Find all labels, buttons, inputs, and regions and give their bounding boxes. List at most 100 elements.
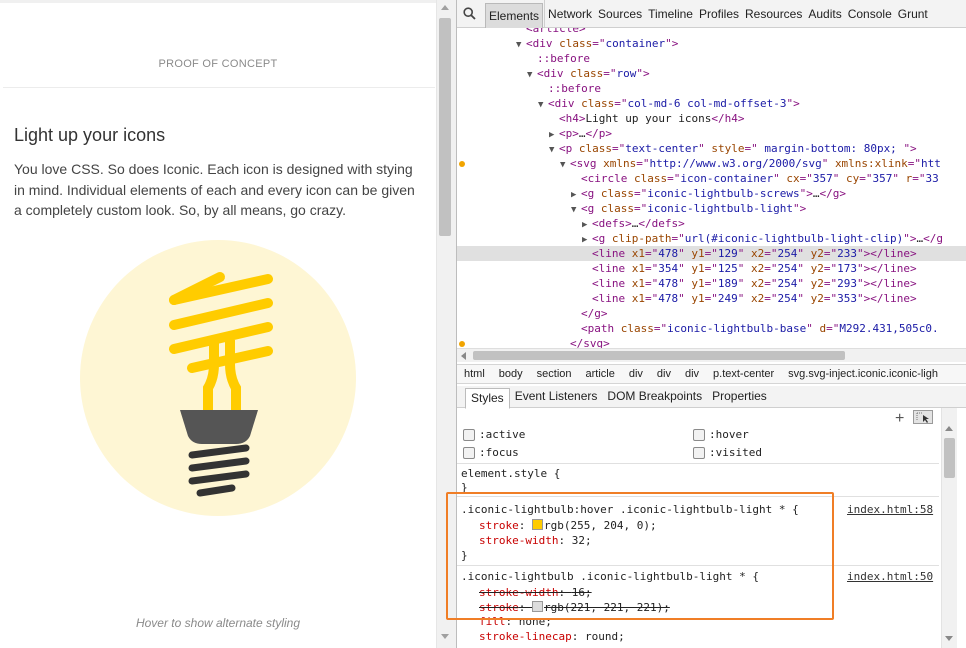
toggle-element-state-icon[interactable] xyxy=(913,410,933,424)
rule1-prop-stroke-width[interactable]: stroke-width: 32; xyxy=(479,533,592,548)
tab-properties[interactable]: Properties xyxy=(707,386,772,407)
tab-elements[interactable]: Elements xyxy=(485,3,544,28)
devtools-tabs: Elements Network Sources Timeline Profiles Re… xyxy=(485,0,931,28)
dom-node[interactable]: ▼ <div class="row"> xyxy=(457,66,966,81)
page-scroll-thumb[interactable] xyxy=(439,18,451,236)
state-checkbox-visited[interactable] xyxy=(693,447,705,459)
dom-node-markup: <defs>…</defs> xyxy=(592,217,685,230)
prop-name: stroke-width xyxy=(479,534,559,547)
dom-node-markup: <g class="iconic-lightbulb-screws">…</g> xyxy=(581,187,846,200)
prop-value: round; xyxy=(584,630,625,643)
breadcrumb-item[interactable]: body xyxy=(492,365,530,383)
rule2-prop-stroke-linecap[interactable]: stroke-linecap: round; xyxy=(479,629,625,644)
dom-node[interactable]: <line x1="478" y1="189" x2="254" y2="293… xyxy=(457,276,966,291)
breadcrumb-item[interactable]: div xyxy=(622,365,650,383)
dom-tree: <article> ▼ <div class="container">::befor… xyxy=(457,28,966,348)
styles-pane: + :active :hover :focus :visited element… xyxy=(457,408,966,648)
dom-node[interactable]: ▶ <g clip-path="url(#iconic-lightbulb-lig… xyxy=(457,231,966,246)
dom-node-markup: <div class="container"> xyxy=(526,37,679,50)
scroll-down-arrow-icon[interactable] xyxy=(441,634,449,639)
state-checkbox-hover[interactable] xyxy=(693,429,705,441)
styles-scroll-thumb[interactable] xyxy=(944,438,955,478)
breadcrumb-item[interactable]: article xyxy=(579,365,622,383)
tab-sources[interactable]: Sources xyxy=(595,0,645,28)
breadcrumb-item[interactable]: div xyxy=(650,365,678,383)
dom-node-markup: ::before xyxy=(548,82,601,95)
lightbulb-icon[interactable] xyxy=(80,240,356,516)
dom-node[interactable]: <h4>Light up your icons</h4> xyxy=(457,111,966,126)
breadcrumb-item[interactable]: html xyxy=(457,365,492,383)
breadcrumb-item[interactable]: p.text-center xyxy=(706,365,781,383)
scroll-down-arrow-icon[interactable] xyxy=(945,636,953,641)
dom-node[interactable]: <article> xyxy=(457,28,966,36)
dom-node-markup: </svg> xyxy=(570,337,610,348)
tab-network[interactable]: Network xyxy=(544,0,595,28)
page-scrollbar[interactable] xyxy=(436,0,456,648)
dom-node[interactable]: ▶ <p>…</p> xyxy=(457,126,966,141)
dom-node[interactable]: ::before xyxy=(457,81,966,96)
rule1-prop-stroke[interactable]: stroke: rgb(255, 204, 0); xyxy=(479,518,657,533)
color-swatch[interactable] xyxy=(532,519,543,530)
tab-styles[interactable]: Styles xyxy=(465,388,510,409)
scroll-up-arrow-icon[interactable] xyxy=(945,426,953,431)
dom-node-markup: <line x1="478" y1="189" x2="254" y2="293… xyxy=(592,277,917,290)
dom-node[interactable]: ▼ <p class="text-center" style=" margin-b… xyxy=(457,141,966,156)
dom-horizontal-scrollbar[interactable] xyxy=(457,348,966,362)
dom-node[interactable]: <line x1="478" y1="249" x2="254" y2="353… xyxy=(457,291,966,306)
dom-node[interactable]: ▼ <g class="iconic-lightbulb-light"> xyxy=(457,201,966,216)
breadcrumb-item[interactable]: div xyxy=(678,365,706,383)
color-swatch[interactable] xyxy=(532,601,543,612)
breadcrumb-item[interactable]: svg.svg-inject.iconic.iconic-ligh xyxy=(781,365,945,383)
tab-event-listeners[interactable]: Event Listeners xyxy=(510,386,603,407)
dom-scroll-thumb[interactable] xyxy=(473,351,845,360)
dom-node-markup: <line x1="478" y1="129" x2="254" y2="233… xyxy=(592,247,917,260)
breadcrumb: html body section article div div div p.text-ce… xyxy=(457,364,966,384)
dom-node[interactable]: ▶ <g class="iconic-lightbulb-screws">…</g… xyxy=(457,186,966,201)
tab-console[interactable]: Console xyxy=(845,0,895,28)
web-page: PROOF OF CONCEPT Light up your icons You… xyxy=(0,0,456,648)
rule2-source-link[interactable]: index.html:50 xyxy=(847,569,933,584)
search-icon[interactable] xyxy=(463,7,476,20)
tab-dom-breakpoints[interactable]: DOM Breakpoints xyxy=(602,386,707,407)
tab-profiles[interactable]: Profiles xyxy=(696,0,742,28)
styles-scrollbar[interactable] xyxy=(941,408,957,648)
dom-node[interactable]: <line x1="354" y1="125" x2="254" y2="173… xyxy=(457,261,966,276)
prop-value: rgb(221, 221, 221); xyxy=(544,601,670,614)
prop-value: 32; xyxy=(571,534,592,547)
state-checkbox-active[interactable] xyxy=(463,429,475,441)
rule1-source-link[interactable]: index.html:58 xyxy=(847,502,933,517)
rule1-selector[interactable]: .iconic-lightbulb:hover .iconic-lightbul… xyxy=(461,502,799,517)
styles-divider xyxy=(457,496,939,497)
state-checkbox-focus[interactable] xyxy=(463,447,475,459)
tab-timeline[interactable]: Timeline xyxy=(645,0,696,28)
dom-node[interactable]: ::before xyxy=(457,51,966,66)
dom-node[interactable]: ▼ <div class="col-md-6 col-md-offset-3"> xyxy=(457,96,966,111)
dom-node[interactable]: <path class="iconic-lightbulb-base" d="M… xyxy=(457,321,966,336)
breakpoint-dot-icon xyxy=(459,161,465,167)
dom-node-markup: ::before xyxy=(537,52,590,65)
element-style-selector[interactable]: element.style { xyxy=(461,466,560,481)
top-rule xyxy=(0,0,456,3)
dom-node[interactable]: <line x1="478" y1="129" x2="254" y2="233… xyxy=(457,246,966,261)
rule2-prop-stroke-width[interactable]: stroke-width: 16; xyxy=(479,585,592,600)
scroll-left-arrow-icon[interactable] xyxy=(461,352,466,360)
rule2-selector[interactable]: .iconic-lightbulb .iconic-lightbulb-ligh… xyxy=(461,569,759,584)
dom-node[interactable]: </svg> xyxy=(457,336,966,348)
dom-node[interactable]: ▶ <defs>…</defs> xyxy=(457,216,966,231)
dom-node[interactable]: ▼ <svg xmlns="http://www.w3.org/2000/svg"… xyxy=(457,156,966,171)
dom-node[interactable]: </g> xyxy=(457,306,966,321)
rule2-prop-fill[interactable]: fill: none; xyxy=(479,614,552,629)
tab-audits[interactable]: Audits xyxy=(805,0,844,28)
add-rule-icon[interactable]: + xyxy=(895,410,904,428)
dom-node[interactable]: <circle class="icon-container" cx="357" … xyxy=(457,171,966,186)
rule1-close: } xyxy=(461,549,468,562)
tab-grunt[interactable]: Grunt xyxy=(895,0,931,28)
dom-node-markup: <div class="row"> xyxy=(537,67,650,80)
scroll-up-arrow-icon[interactable] xyxy=(441,5,449,10)
breadcrumb-item[interactable]: section xyxy=(530,365,579,383)
prop-name: stroke xyxy=(479,519,519,532)
rule2-prop-stroke[interactable]: stroke: rgb(221, 221, 221); xyxy=(479,600,670,615)
dom-node[interactable]: ▼ <div class="container"> xyxy=(457,36,966,51)
tab-resources[interactable]: Resources xyxy=(742,0,805,28)
dom-node-markup: <svg xmlns="http://www.w3.org/2000/svg" … xyxy=(570,157,941,170)
